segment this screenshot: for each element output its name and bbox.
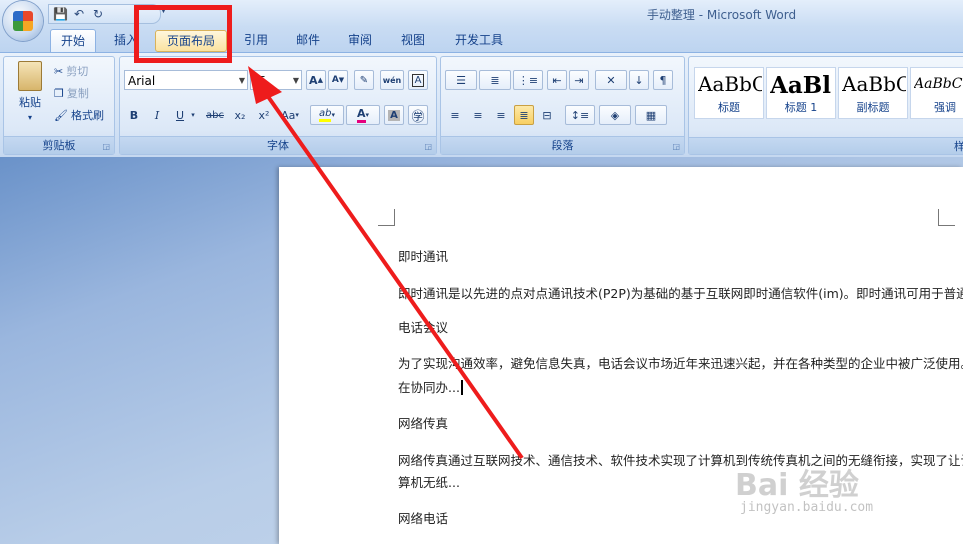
office-button[interactable] — [3, 1, 43, 41]
office-logo-icon — [13, 11, 33, 31]
arrow-shaft — [260, 86, 524, 460]
watermark-logo: Bai 经验 — [735, 468, 859, 503]
arrow-head — [248, 66, 282, 104]
watermark-url: jingyan.baidu.com — [740, 500, 874, 515]
